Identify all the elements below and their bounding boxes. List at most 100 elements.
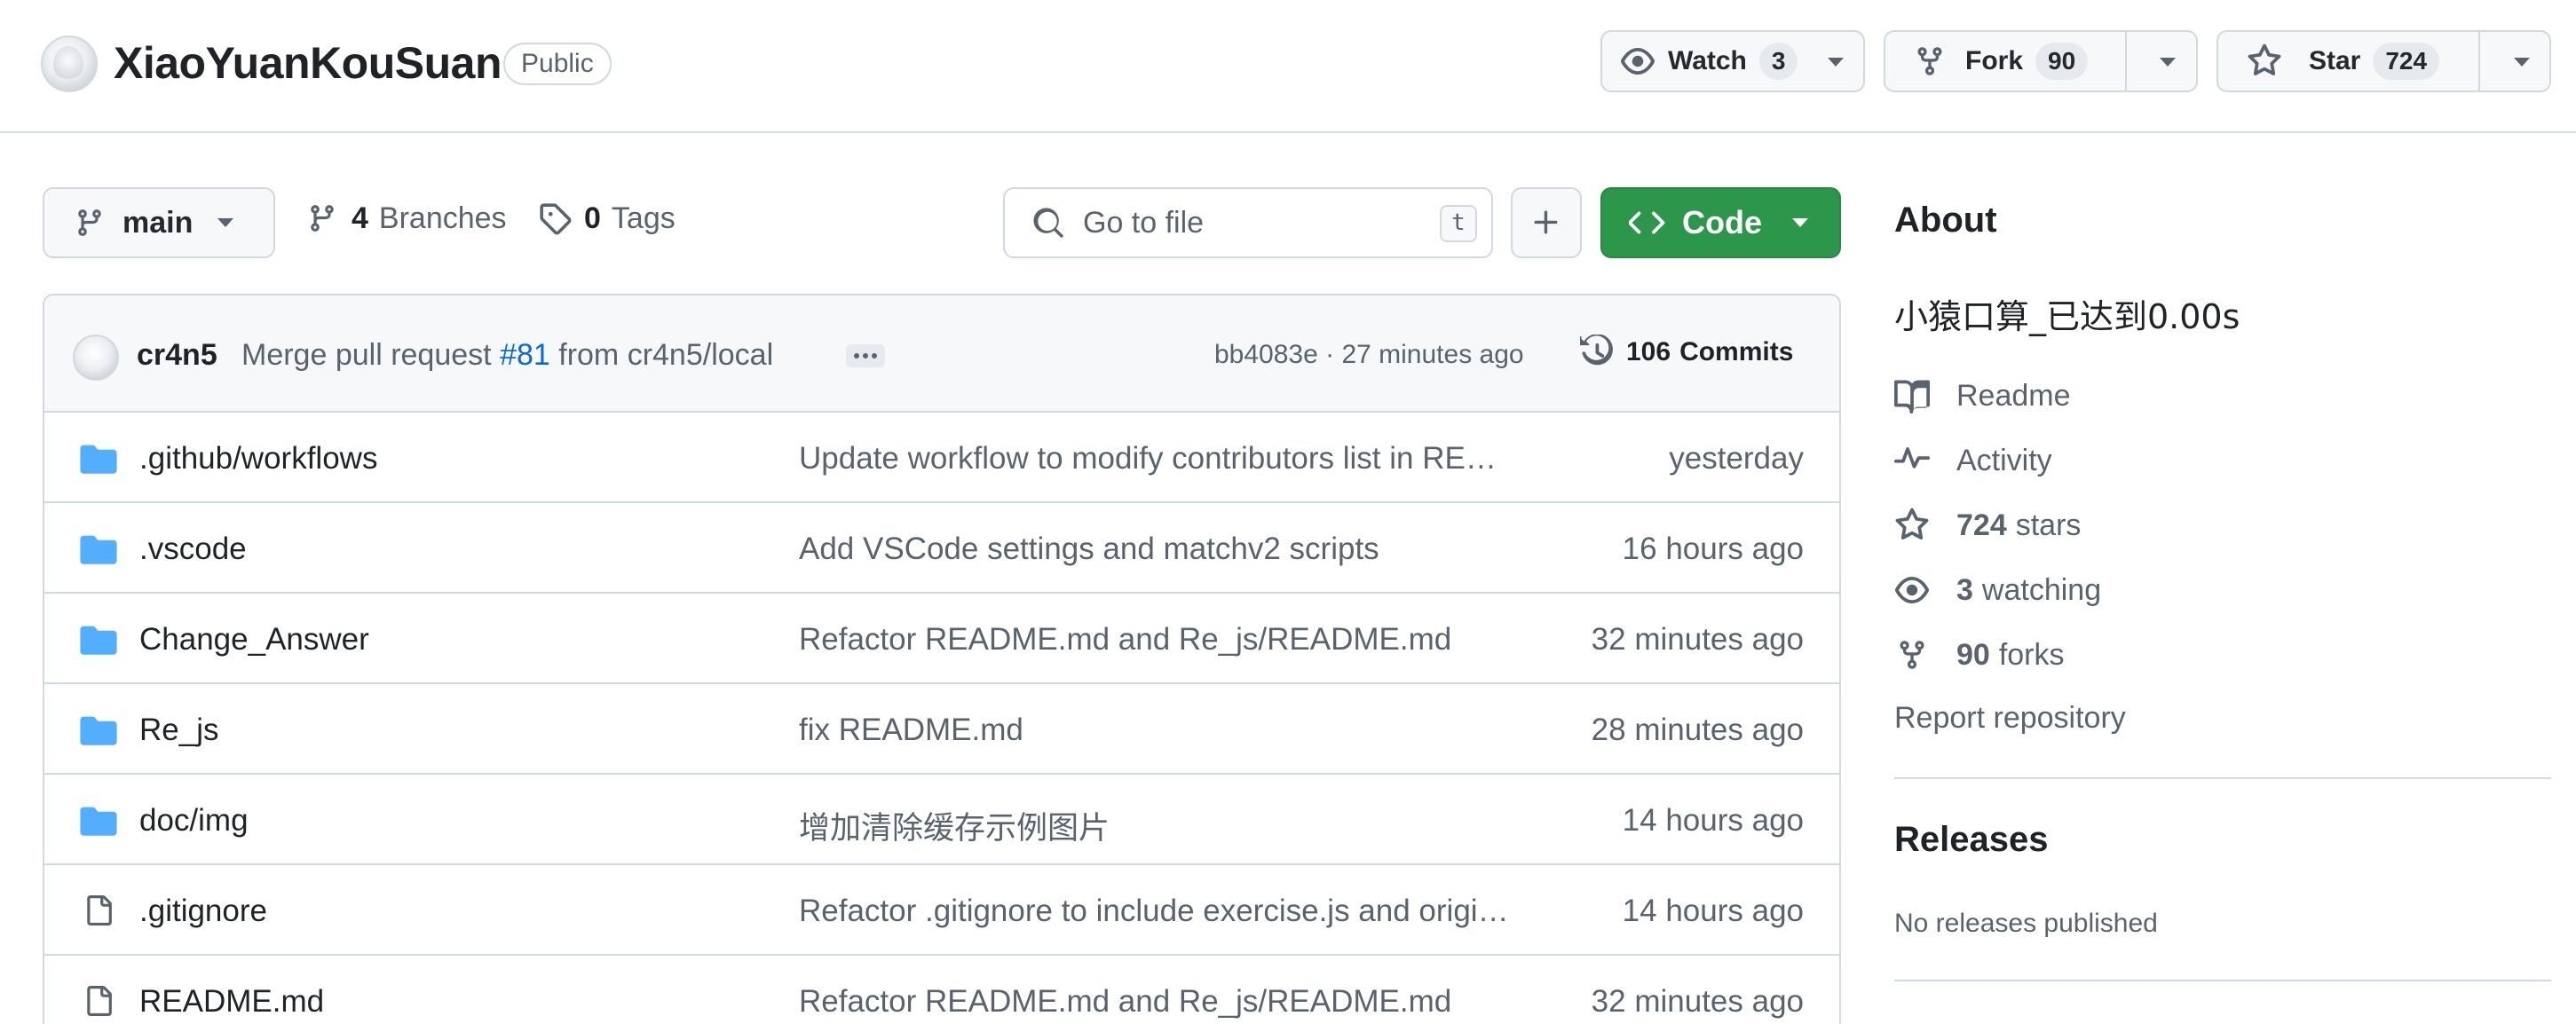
- file-commit-time: 32 minutes ago: [1591, 622, 1804, 657]
- history-icon: [1580, 335, 1616, 370]
- file-name[interactable]: README.md: [139, 984, 324, 1020]
- current-branch-label: main: [122, 205, 194, 240]
- file-name[interactable]: .gitignore: [139, 894, 267, 929]
- commits-count: 106: [1626, 337, 1671, 366]
- fork-button-group: Fork 90: [1884, 30, 2198, 92]
- releases-heading[interactable]: Releases: [1894, 820, 2048, 860]
- fork-button[interactable]: Fork 90: [1914, 32, 2089, 91]
- folder-icon: [80, 533, 117, 565]
- file-commit-message[interactable]: fix README.md: [799, 713, 1023, 748]
- table-row[interactable]: .gitignore Refactor .gitignore to includ…: [44, 865, 1839, 956]
- star-button[interactable]: Star 724: [2247, 32, 2440, 91]
- branch-select-button[interactable]: main: [43, 187, 275, 258]
- file-commit-message[interactable]: Add VSCode settings and matchv2 scripts: [799, 532, 1379, 567]
- report-repository-link[interactable]: Report repository: [1894, 701, 2126, 736]
- file-commit-message[interactable]: 增加清除缓存示例图片: [799, 803, 1110, 848]
- code-button[interactable]: Code: [1600, 187, 1841, 258]
- expand-commit-message-button[interactable]: [846, 344, 885, 367]
- commit-author-avatar[interactable]: [73, 335, 119, 381]
- code-icon: [1629, 205, 1666, 240]
- repo-header: XiaoYuanKouSuan Public Watch 3 Fork 90 S…: [0, 0, 2576, 133]
- table-row[interactable]: .github/workflows Update workflow to mod…: [44, 413, 1839, 503]
- folder-icon: [80, 714, 117, 746]
- keyboard-shortcut-hint: t: [1440, 205, 1477, 242]
- commit-hash-and-time[interactable]: bb4083e · 27 minutes ago: [1214, 340, 1524, 370]
- file-commit-message[interactable]: Refactor README.md and Re_js/README.md: [799, 622, 1451, 658]
- commit-message[interactable]: Merge pull request #81 from cr4n5/local: [241, 338, 773, 373]
- go-to-file-placeholder: Go to file: [1083, 205, 1205, 240]
- watching-count: 3: [1956, 572, 1973, 607]
- file-commit-message[interactable]: Refactor .gitignore to include exercise.…: [799, 894, 1509, 929]
- branches-link[interactable]: 4 Branches: [307, 201, 507, 236]
- repo-description: 小猿口算_已达到0.00s: [1894, 297, 2240, 336]
- fork-count: 90: [2035, 43, 2089, 80]
- eye-icon: [1620, 43, 1655, 79]
- file-name[interactable]: .vscode: [139, 532, 247, 567]
- file-commit-message[interactable]: Refactor README.md and Re_js/README.md: [799, 984, 1451, 1020]
- go-to-file-input[interactable]: Go to file t: [1003, 187, 1493, 258]
- fork-label: Fork: [1965, 46, 2024, 75]
- star-label: Star: [2309, 46, 2361, 75]
- search-icon: [1031, 206, 1065, 240]
- file-commit-time: 28 minutes ago: [1591, 713, 1804, 747]
- stars-count: 724: [1956, 508, 2007, 542]
- watch-label: Watch: [1668, 46, 1747, 75]
- table-row[interactable]: .vscode Add VSCode settings and matchv2 …: [44, 503, 1839, 594]
- visibility-badge: Public: [503, 43, 612, 85]
- tag-icon: [538, 201, 572, 236]
- watch-dropdown-caret-icon[interactable]: [1828, 58, 1844, 67]
- table-row[interactable]: README.md Refactor README.md and Re_js/R…: [44, 956, 1839, 1024]
- table-row[interactable]: Change_Answer Refactor README.md and Re_…: [44, 594, 1839, 684]
- commits-label: Commits: [1679, 337, 1794, 366]
- eye-icon: [1894, 572, 1930, 608]
- file-name[interactable]: Change_Answer: [139, 622, 369, 658]
- git-branch-icon: [75, 205, 105, 240]
- star-icon: [2247, 43, 2282, 79]
- fork-dropdown-caret-icon[interactable]: [2160, 58, 2176, 67]
- watch-button[interactable]: Watch 3: [1620, 32, 1798, 91]
- tags-link[interactable]: 0 Tags: [538, 201, 676, 236]
- file-commit-message[interactable]: Update workflow to modify contributors l…: [799, 441, 1497, 477]
- commits-history-link[interactable]: 106 Commits: [1580, 335, 1793, 370]
- branches-count: 4: [352, 201, 368, 235]
- star-icon: [1894, 508, 1930, 543]
- sidebar-divider: [1894, 980, 2551, 981]
- file-commit-time: 14 hours ago: [1622, 894, 1804, 928]
- sidebar-divider: [1894, 777, 2551, 779]
- forks-label: forks: [1998, 637, 2065, 672]
- table-row[interactable]: Re_js fix README.md 28 minutes ago: [44, 684, 1839, 775]
- watching-label: watching: [1981, 572, 2102, 607]
- file-name[interactable]: doc/img: [139, 803, 249, 839]
- star-divider: [2478, 32, 2480, 91]
- star-count: 724: [2373, 43, 2440, 80]
- tags-count: 0: [584, 201, 601, 235]
- chevron-down-icon: [1792, 218, 1808, 227]
- add-file-button[interactable]: [1511, 187, 1582, 258]
- readme-link[interactable]: Readme: [1894, 378, 2071, 414]
- commit-message-suffix: from cr4n5/local: [558, 338, 774, 372]
- owner-avatar[interactable]: [41, 35, 98, 92]
- repo-name[interactable]: XiaoYuanKouSuan: [114, 35, 502, 91]
- code-button-label: Code: [1682, 204, 1762, 240]
- activity-label: Activity: [1956, 443, 2052, 477]
- forks-count: 90: [1956, 637, 1990, 672]
- file-name[interactable]: .github/workflows: [139, 441, 377, 477]
- watchers-link[interactable]: 3 watching: [1894, 572, 2101, 608]
- commit-author[interactable]: cr4n5: [137, 338, 217, 373]
- file-commit-time: yesterday: [1669, 441, 1804, 476]
- file-name[interactable]: Re_js: [139, 713, 218, 748]
- stars-label: stars: [2015, 508, 2082, 542]
- branches-label: Branches: [378, 201, 507, 235]
- file-icon: [83, 982, 114, 1020]
- star-dropdown-caret-icon[interactable]: [2514, 58, 2530, 67]
- stars-link[interactable]: 724 stars: [1894, 508, 2081, 543]
- file-commit-time: 32 minutes ago: [1591, 984, 1804, 1019]
- file-commit-time: 14 hours ago: [1622, 803, 1804, 838]
- forks-link[interactable]: 90 forks: [1894, 637, 2065, 673]
- activity-link[interactable]: Activity: [1894, 443, 2052, 478]
- table-row[interactable]: doc/img 增加清除缓存示例图片 14 hours ago: [44, 775, 1839, 865]
- folder-icon: [80, 624, 117, 656]
- pull-request-link[interactable]: #81: [500, 338, 550, 372]
- latest-commit-bar: cr4n5 Merge pull request #81 from cr4n5/…: [44, 295, 1839, 413]
- fork-icon: [1894, 637, 1930, 673]
